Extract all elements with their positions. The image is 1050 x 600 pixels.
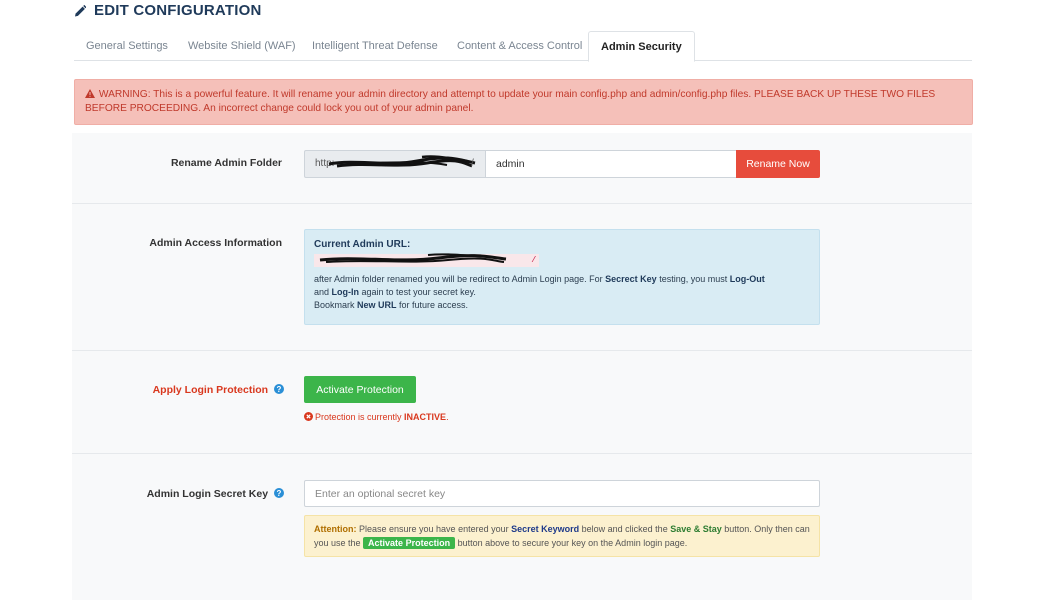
info-strong: Secrect Key bbox=[605, 274, 657, 284]
status-value: INACTIVE bbox=[404, 412, 447, 422]
tab-content-access-control[interactable]: Content & Access Control bbox=[445, 31, 594, 61]
warning-alert: WARNING: This is a powerful feature. It … bbox=[74, 79, 973, 125]
help-icon[interactable]: ? bbox=[274, 384, 284, 394]
attention-label: Attention: bbox=[314, 524, 357, 534]
secret-key-label-text: Admin Login Secret Key bbox=[146, 488, 269, 500]
url-suffix-text: / bbox=[471, 158, 474, 169]
login-protection-label: Apply Login Protection ? bbox=[153, 384, 284, 396]
url-prefix-addon: http: / bbox=[304, 150, 485, 178]
secret-key-label: Admin Login Secret Key ? bbox=[147, 488, 284, 500]
current-admin-url-title: Current Admin URL: bbox=[314, 239, 411, 250]
login-protection-row bbox=[72, 351, 972, 453]
info-text: again to test your secret key. bbox=[359, 287, 476, 297]
info-line-3: Bookmark New URL for future access. bbox=[314, 299, 810, 312]
svg-text:?: ? bbox=[277, 489, 282, 498]
info-line-1: after Admin folder renamed you will be r… bbox=[314, 273, 810, 286]
activate-protection-badge: Activate Protection bbox=[363, 536, 456, 549]
status-text: . bbox=[446, 412, 449, 422]
attention-text: button above to secure your key on the A… bbox=[455, 537, 688, 548]
admin-folder-input[interactable] bbox=[485, 150, 737, 178]
access-info-label: Admin Access Information bbox=[149, 237, 282, 249]
warning-triangle-icon bbox=[85, 89, 95, 98]
admin-url-tail: / bbox=[531, 255, 537, 265]
current-admin-url: / bbox=[314, 253, 810, 270]
info-strong: Log-Out bbox=[729, 274, 765, 284]
tab-admin-security[interactable]: Admin Security bbox=[588, 31, 695, 62]
login-protection-label-text: Apply Login Protection bbox=[152, 384, 269, 396]
rename-folder-label: Rename Admin Folder bbox=[170, 157, 282, 169]
info-text: testing, you must bbox=[656, 274, 730, 284]
tab-website-shield[interactable]: Website Shield (WAF) bbox=[176, 31, 308, 61]
access-info-box: Current Admin URL: / after Admin folder … bbox=[304, 229, 820, 325]
info-line-2: and Log-In again to test your secret key… bbox=[314, 286, 810, 299]
attention-alert: Attention: Please ensure you have entere… bbox=[304, 515, 820, 557]
info-text: after Admin folder renamed you will be r… bbox=[314, 274, 606, 284]
attention-text: Please ensure you have entered your bbox=[356, 524, 512, 534]
redaction-scribble-icon bbox=[328, 155, 476, 168]
info-text: Bookmark bbox=[314, 300, 358, 310]
help-icon[interactable]: ? bbox=[274, 488, 284, 498]
tab-bar: General Settings Website Shield (WAF) In… bbox=[74, 31, 972, 62]
secret-key-input[interactable] bbox=[304, 480, 820, 507]
status-text: Protection is currently bbox=[315, 412, 405, 422]
info-strong: New URL bbox=[357, 300, 397, 310]
tab-intelligent-threat-defense[interactable]: Intelligent Threat Defense bbox=[300, 31, 450, 61]
redaction-scribble-icon bbox=[319, 253, 507, 263]
info-strong: Log-In bbox=[331, 287, 360, 297]
page-heading: EDIT CONFIGURATION bbox=[74, 2, 261, 19]
warning-text: WARNING: This is a powerful feature. It … bbox=[85, 89, 936, 114]
page-title: EDIT CONFIGURATION bbox=[94, 2, 262, 19]
activate-protection-button[interactable]: Activate Protection bbox=[304, 376, 416, 403]
info-text: and bbox=[314, 287, 332, 297]
svg-text:?: ? bbox=[277, 385, 282, 394]
attention-text: below and clicked the bbox=[579, 524, 671, 534]
info-text: for future access. bbox=[396, 300, 469, 310]
rename-now-button[interactable]: Rename Now bbox=[736, 150, 820, 178]
tab-general-settings[interactable]: General Settings bbox=[74, 31, 180, 61]
circle-x-icon bbox=[304, 412, 313, 421]
attention-keyword: Secret Keyword bbox=[511, 524, 580, 534]
pencil-icon bbox=[75, 4, 86, 16]
protection-status: Protection is currently INACTIVE. bbox=[304, 412, 449, 422]
attention-save: Save & Stay bbox=[670, 524, 722, 534]
